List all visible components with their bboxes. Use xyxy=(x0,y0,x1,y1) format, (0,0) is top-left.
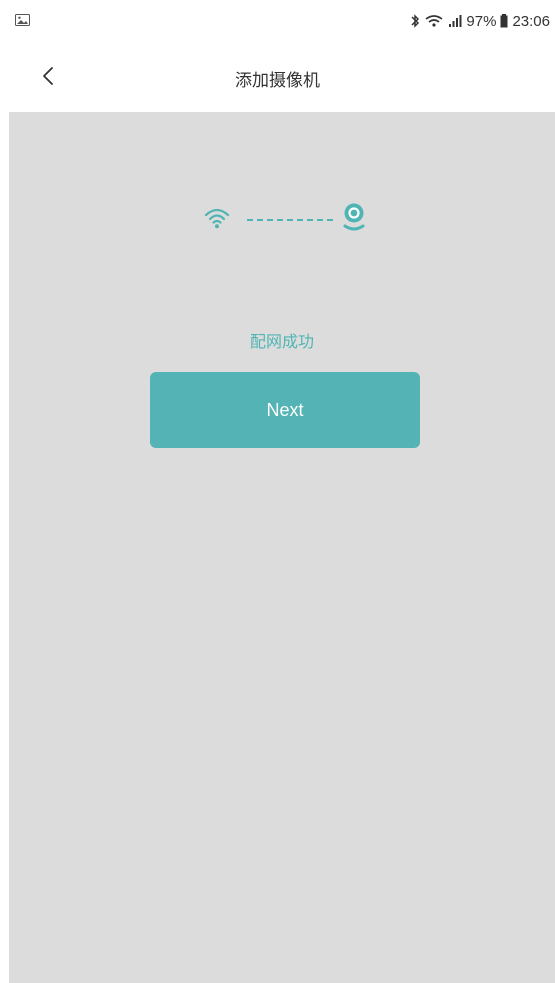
bluetooth-icon xyxy=(410,13,420,29)
screen: 97% 23:06 添加摄像机 配网成功 Next xyxy=(0,0,555,983)
page-title: 添加摄像机 xyxy=(235,71,320,91)
wifi-icon xyxy=(204,207,230,229)
image-icon xyxy=(15,11,30,26)
battery-icon xyxy=(500,14,508,28)
main-content: 配网成功 Next xyxy=(9,112,555,983)
next-button-label: Next xyxy=(266,399,304,420)
app-header: 添加摄像机 xyxy=(0,44,555,112)
status-right: 97% 23:06 xyxy=(410,11,550,31)
next-button[interactable]: Next xyxy=(150,372,420,448)
status-bar: 97% 23:06 xyxy=(0,0,555,44)
battery-percent: 97% xyxy=(466,12,497,30)
status-text: 配网成功 xyxy=(249,332,314,351)
wifi-icon xyxy=(424,14,444,28)
signal-icon xyxy=(448,14,462,28)
connection-line xyxy=(247,219,333,221)
connection-graphic xyxy=(9,202,555,242)
status-time: 23:06 xyxy=(512,12,550,30)
camera-icon xyxy=(342,202,366,232)
